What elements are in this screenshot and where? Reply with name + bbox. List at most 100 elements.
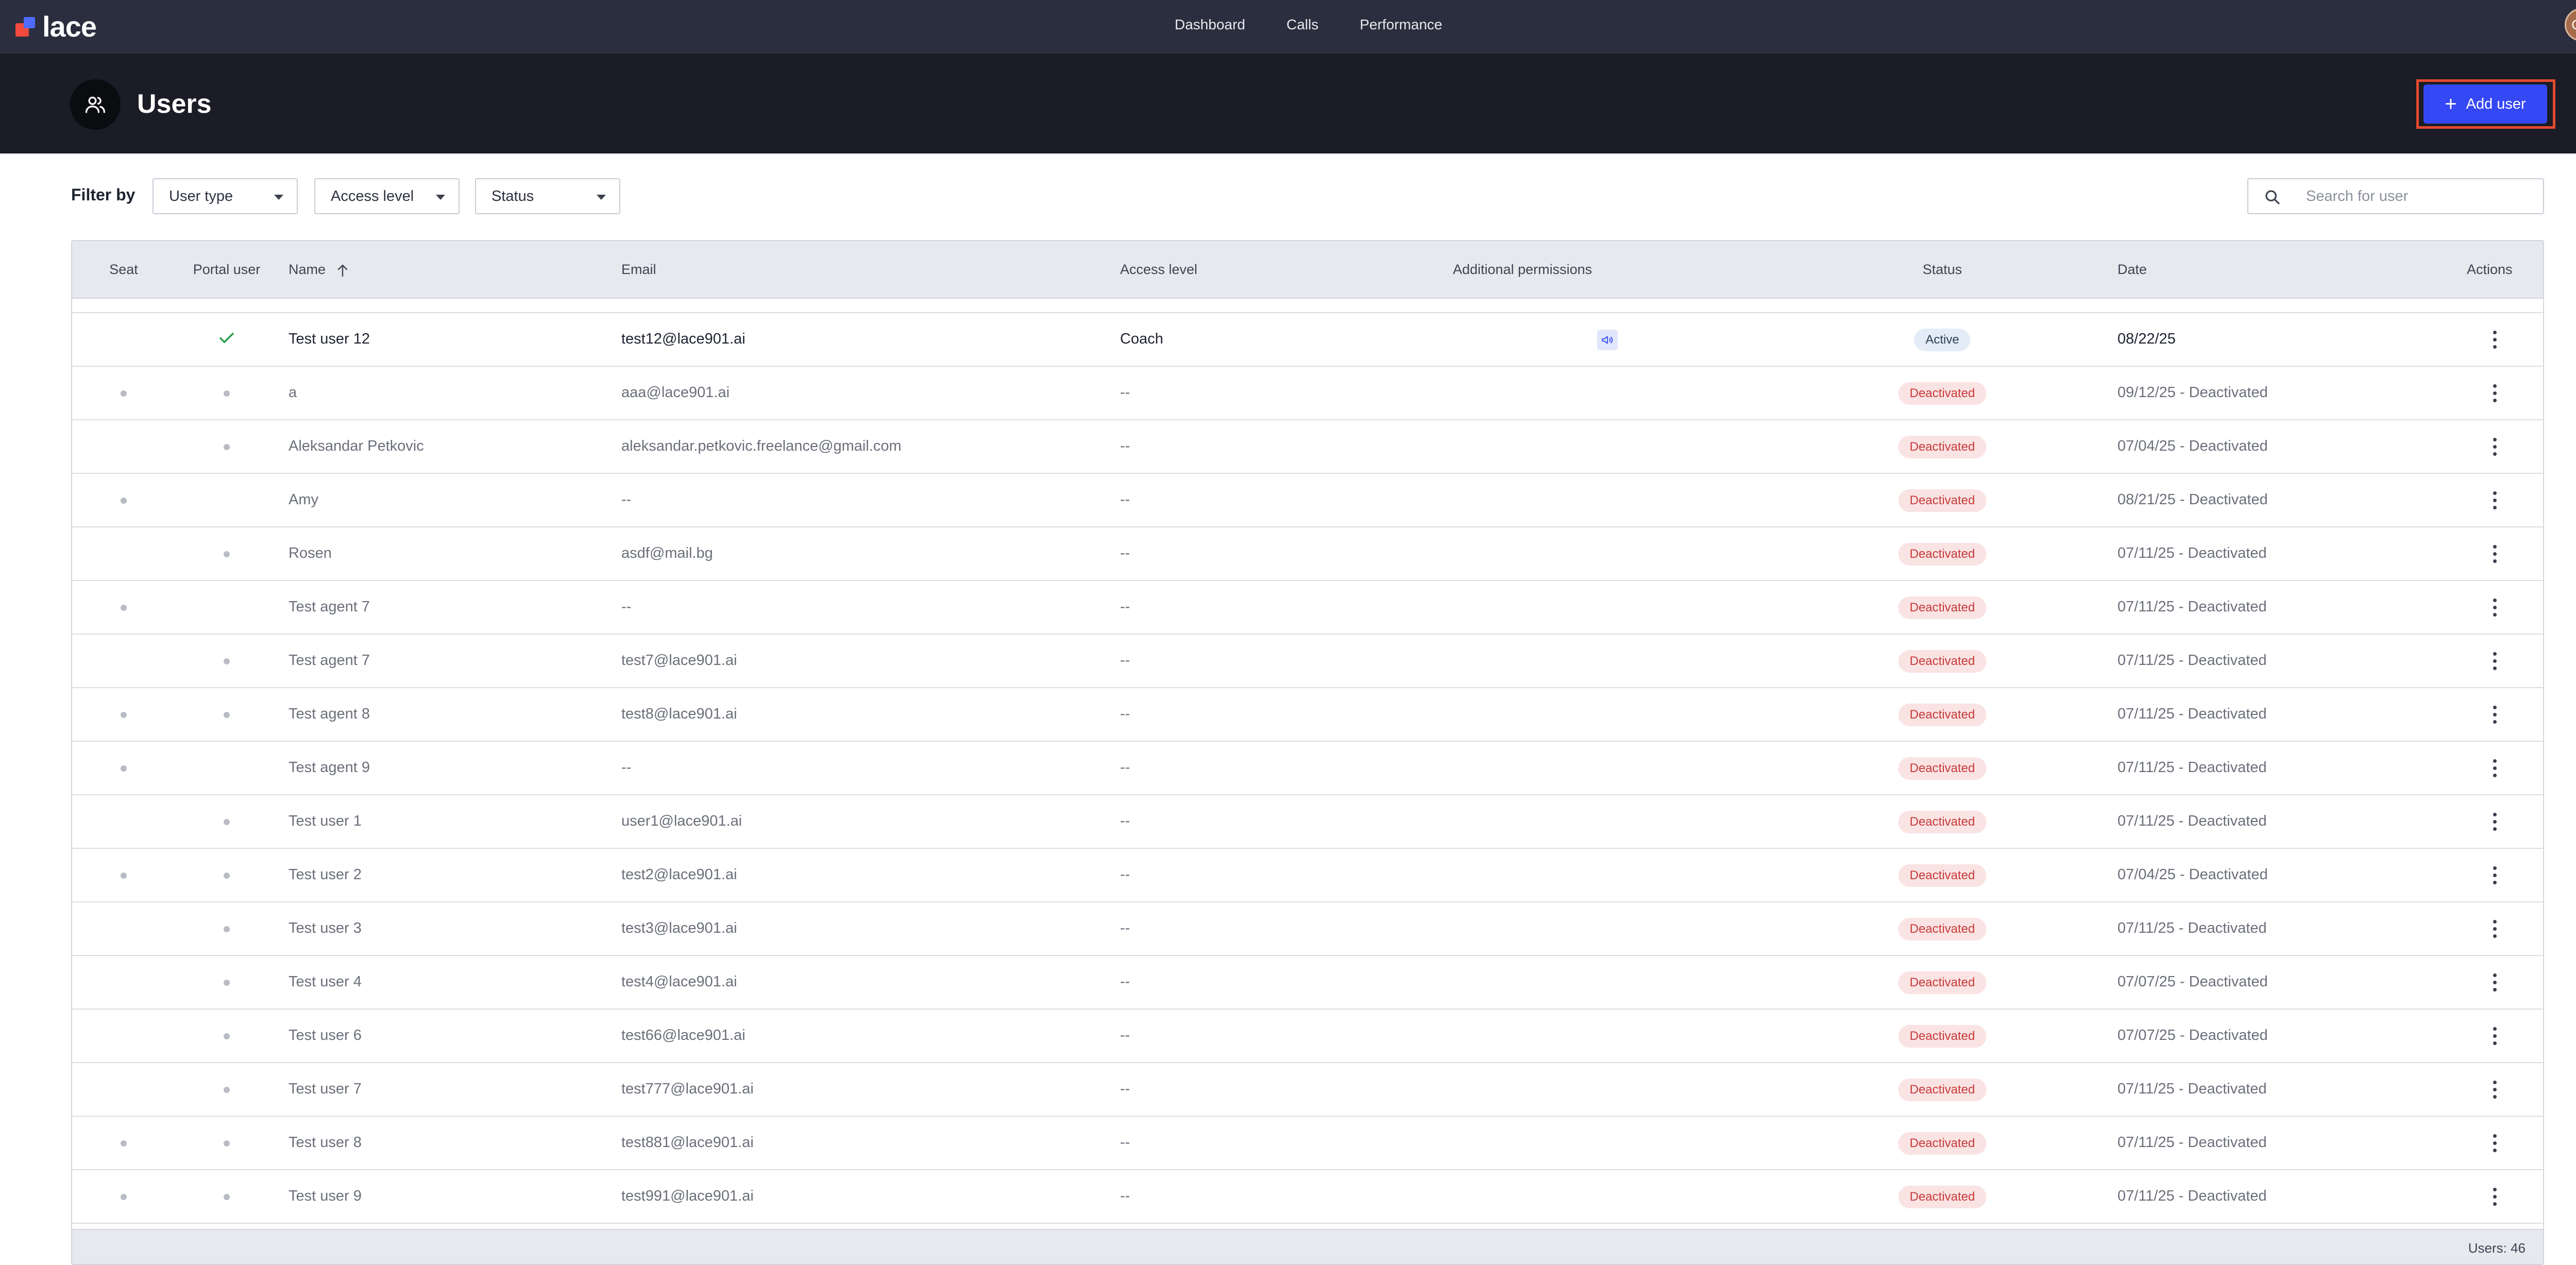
portal-user-dot bbox=[224, 873, 230, 879]
table-row[interactable]: Aleksandar Petkovic aleksandar.petkovic.f… bbox=[72, 420, 2543, 474]
status-dropdown[interactable]: Status bbox=[475, 178, 620, 214]
user-name[interactable]: Test user 4 bbox=[289, 973, 362, 990]
user-name[interactable]: Test user 9 bbox=[289, 1188, 362, 1205]
user-date: 07/11/25 - Deactivated bbox=[2117, 813, 2267, 829]
status-badge: Deactivated bbox=[1898, 971, 1987, 994]
user-name[interactable]: Test user 2 bbox=[289, 866, 362, 883]
row-actions-kebab-icon[interactable] bbox=[2488, 649, 2501, 674]
row-actions-kebab-icon[interactable] bbox=[2488, 381, 2501, 406]
column-header-status[interactable]: Status bbox=[1923, 262, 1962, 278]
access-level-dropdown[interactable]: Access level bbox=[314, 178, 460, 214]
nav-link-calls[interactable]: Calls bbox=[1286, 16, 1318, 33]
user-access-level: -- bbox=[1120, 384, 1130, 401]
user-name[interactable]: Test user 6 bbox=[289, 1027, 362, 1044]
table-row[interactable]: Test agent 9 -- -- Deactivated 07/11/25 - De… bbox=[72, 742, 2543, 795]
user-access-level: -- bbox=[1120, 1188, 1130, 1204]
table-row[interactable]: Test user 3 test3@lace901.ai -- Deactivated… bbox=[72, 902, 2543, 956]
user-name[interactable]: Aleksandar Petkovic bbox=[289, 438, 424, 455]
user-access-level: -- bbox=[1120, 599, 1130, 615]
row-actions-kebab-icon[interactable] bbox=[2488, 1131, 2501, 1156]
row-actions-kebab-icon[interactable] bbox=[2488, 595, 2501, 620]
table-body: Test user 12 test12@lace901.ai Coach Active… bbox=[72, 313, 2543, 1224]
nav-link-dashboard[interactable]: Dashboard bbox=[1175, 16, 1245, 33]
row-actions-kebab-icon[interactable] bbox=[2488, 917, 2501, 942]
user-name[interactable]: Test user 3 bbox=[289, 920, 362, 937]
user-name[interactable]: Amy bbox=[289, 491, 318, 508]
table-row[interactable]: Test agent 7 -- -- Deactivated 07/11/25 - De… bbox=[72, 581, 2543, 635]
status-badge: Deactivated bbox=[1898, 1079, 1987, 1101]
table-row[interactable]: Test user 9 test991@lace901.ai -- Deactivat… bbox=[72, 1170, 2543, 1224]
user-name[interactable]: Test user 8 bbox=[289, 1134, 362, 1151]
table-row[interactable]: Test user 6 test66@lace901.ai -- Deactivate… bbox=[72, 1010, 2543, 1063]
column-header-additional-permissions[interactable]: Additional permissions bbox=[1453, 262, 1592, 278]
table-row[interactable]: Test agent 8 test8@lace901.ai -- Deactivate… bbox=[72, 688, 2543, 742]
user-email: test3@lace901.ai bbox=[621, 920, 737, 936]
user-name[interactable]: Test agent 9 bbox=[289, 759, 370, 776]
status-badge: Deactivated bbox=[1898, 1186, 1987, 1208]
user-date: 07/04/25 - Deactivated bbox=[2117, 866, 2268, 883]
user-avatar[interactable]: GK bbox=[2565, 8, 2576, 41]
status-badge: Deactivated bbox=[1898, 650, 1987, 673]
nav-link-performance[interactable]: Performance bbox=[1360, 16, 1442, 33]
user-access-level: -- bbox=[1120, 438, 1130, 454]
user-date: 07/11/25 - Deactivated bbox=[2117, 1188, 2267, 1204]
row-actions-kebab-icon[interactable] bbox=[2488, 1024, 2501, 1049]
table-row[interactable]: Test user 8 test881@lace901.ai -- Deactivat… bbox=[72, 1117, 2543, 1170]
table-row[interactable]: a aaa@lace901.ai -- Deactivated 09/12/25 - D… bbox=[72, 367, 2543, 420]
row-actions-kebab-icon[interactable] bbox=[2488, 1078, 2501, 1102]
user-name[interactable]: Test user 1 bbox=[289, 813, 362, 830]
user-type-dropdown-label: User type bbox=[169, 187, 233, 204]
user-date: 07/11/25 - Deactivated bbox=[2117, 545, 2267, 561]
portal-user-check-icon bbox=[219, 332, 234, 344]
user-email: aaa@lace901.ai bbox=[621, 384, 730, 401]
column-header-access-level[interactable]: Access level bbox=[1120, 262, 1197, 278]
user-name[interactable]: a bbox=[289, 384, 297, 401]
status-badge: Deactivated bbox=[1898, 543, 1987, 566]
user-access-level: -- bbox=[1120, 491, 1130, 508]
column-header-portal-user[interactable]: Portal user bbox=[193, 262, 261, 278]
row-actions-kebab-icon[interactable] bbox=[2488, 435, 2501, 459]
column-header-email[interactable]: Email bbox=[621, 262, 656, 278]
table-row[interactable]: Amy -- -- Deactivated 08/21/25 - Deactivated bbox=[72, 474, 2543, 527]
user-date: 08/21/25 - Deactivated bbox=[2117, 491, 2268, 508]
user-name[interactable]: Rosen bbox=[289, 545, 332, 562]
row-actions-kebab-icon[interactable] bbox=[2488, 970, 2501, 995]
status-badge: Deactivated bbox=[1898, 864, 1987, 887]
user-name[interactable]: Test user 12 bbox=[289, 331, 370, 348]
lace-logo[interactable]: lace bbox=[15, 11, 97, 42]
table-row[interactable]: Test user 12 test12@lace901.ai Coach Active… bbox=[72, 313, 2543, 367]
table-row[interactable]: Rosen asdf@mail.bg -- Deactivated 07/11/25 -… bbox=[72, 527, 2543, 581]
user-name[interactable]: Test user 7 bbox=[289, 1081, 362, 1098]
table-row[interactable]: Test user 7 test777@lace901.ai -- Deactivat… bbox=[72, 1063, 2543, 1117]
row-actions-kebab-icon[interactable] bbox=[2488, 863, 2501, 888]
search-input[interactable] bbox=[2305, 185, 2534, 207]
status-badge: Deactivated bbox=[1898, 382, 1987, 405]
user-access-level: -- bbox=[1120, 1027, 1130, 1044]
table-row[interactable]: Test user 4 test4@lace901.ai -- Deactivated… bbox=[72, 956, 2543, 1010]
portal-user-dot bbox=[224, 712, 230, 718]
user-name[interactable]: Test agent 7 bbox=[289, 599, 370, 616]
user-access-level: -- bbox=[1120, 652, 1130, 669]
row-actions-kebab-icon[interactable] bbox=[2488, 542, 2501, 567]
row-actions-kebab-icon[interactable] bbox=[2488, 1185, 2501, 1209]
add-user-button[interactable]: + Add user bbox=[2424, 84, 2547, 124]
table-row[interactable]: Test user 2 test2@lace901.ai -- Deactivated… bbox=[72, 849, 2543, 902]
row-actions-kebab-icon[interactable] bbox=[2488, 328, 2501, 352]
table-row[interactable]: Test user 1 user1@lace901.ai -- Deactivated… bbox=[72, 795, 2543, 849]
seat-indicator-dot bbox=[121, 605, 127, 611]
row-actions-kebab-icon[interactable] bbox=[2488, 488, 2501, 513]
user-name[interactable]: Test agent 8 bbox=[289, 706, 370, 723]
user-email: test2@lace901.ai bbox=[621, 866, 737, 883]
user-name[interactable]: Test agent 7 bbox=[289, 652, 370, 669]
seat-indicator-dot bbox=[121, 873, 127, 879]
row-actions-kebab-icon[interactable] bbox=[2488, 810, 2501, 834]
search-icon bbox=[2265, 190, 2280, 204]
column-header-name[interactable]: Name bbox=[289, 262, 348, 278]
column-header-seat[interactable]: Seat bbox=[109, 262, 138, 278]
status-badge: Deactivated bbox=[1898, 436, 1987, 458]
table-row[interactable]: Test agent 7 test7@lace901.ai -- Deactivate… bbox=[72, 635, 2543, 688]
row-actions-kebab-icon[interactable] bbox=[2488, 756, 2501, 781]
column-header-date[interactable]: Date bbox=[2117, 262, 2147, 278]
user-type-dropdown[interactable]: User type bbox=[152, 178, 298, 214]
row-actions-kebab-icon[interactable] bbox=[2488, 703, 2501, 727]
